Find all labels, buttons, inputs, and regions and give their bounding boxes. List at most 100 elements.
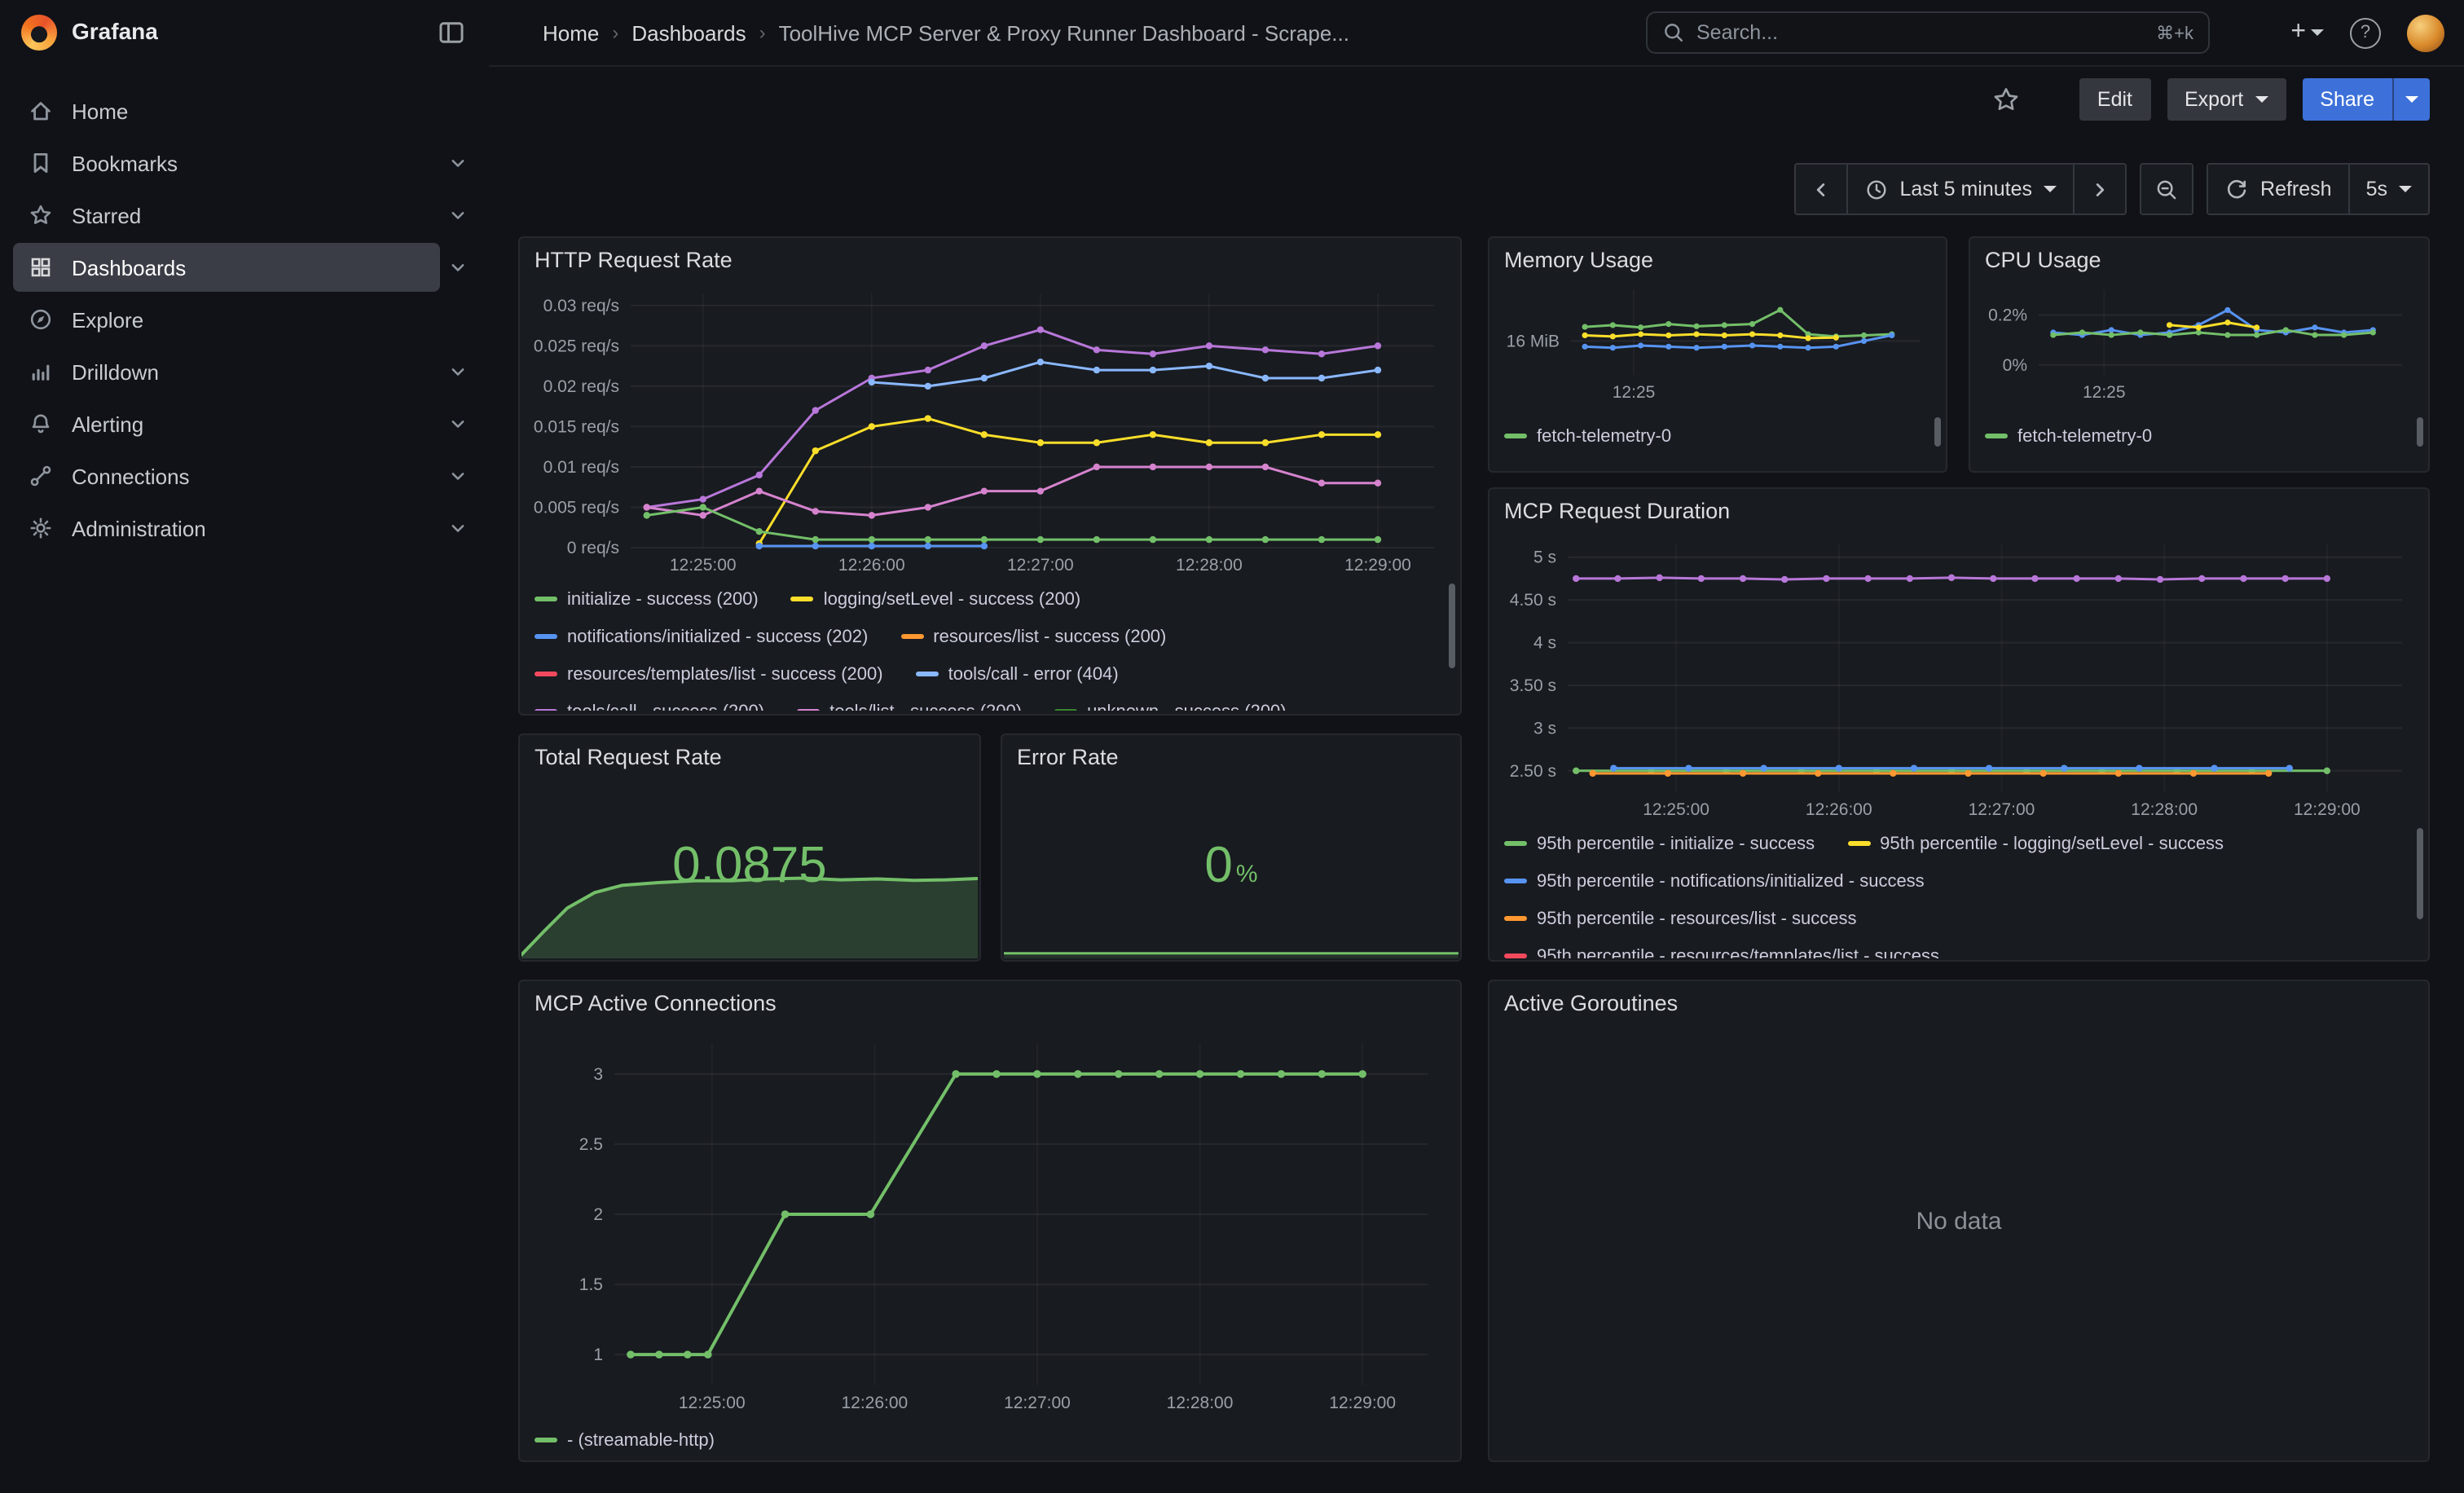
legend-item[interactable]: tools/list - success (200) [797,702,1022,711]
grafana-logo-icon[interactable] [21,15,57,51]
legend-swatch [535,597,557,601]
sidebar-item-label: Explore [72,307,143,332]
chevron-down-icon [2399,186,2412,192]
http-legend: initialize - success (200) logging/setLe… [535,580,1441,711]
chevron-down-icon[interactable] [440,360,476,383]
breadcrumb-home[interactable]: Home [543,20,599,45]
sidebar-item-alerting: Alerting [0,398,489,450]
legend-item[interactable]: 95th percentile - resources/templates/li… [1504,946,1939,958]
mcp-request-duration-chart[interactable]: 2.50 s3 s3.50 s4 s4.50 s5 s12:25:0012:26… [1496,535,2418,821]
legend-item[interactable]: 95th percentile - resources/list - succe… [1504,909,1857,928]
legend-item[interactable]: 95th percentile - initialize - success [1504,834,1815,853]
legend-item[interactable]: resources/list - success (200) [900,627,1166,646]
http-request-rate-chart[interactable]: 0 req/s0.005 req/s0.01 req/s0.015 req/s0… [526,284,1450,577]
legend-item[interactable]: unknown - success (200) [1054,702,1287,711]
panel-title[interactable]: Memory Usage [1504,248,1653,272]
chevron-down-icon [2405,96,2418,103]
sidebar-toggle-icon[interactable] [437,18,466,47]
panel-title[interactable]: Error Rate [1017,745,1119,769]
refresh-button[interactable]: Refresh [2208,165,2348,214]
zoom-out-button[interactable] [2141,165,2192,214]
time-range-picker[interactable]: Last 5 minutes [1846,165,2073,214]
zoom-out-group [2140,163,2193,215]
legend-item[interactable]: notifications/initialized - success (202… [535,627,868,646]
legend-item[interactable]: fetch-telemetry-0 [1504,426,1671,446]
svg-text:0.025 req/s: 0.025 req/s [534,337,619,355]
legend-item[interactable]: tools/call - error (404) [916,664,1119,684]
legend-swatch [916,672,939,676]
panel-http-request-rate: HTTP Request Rate 0 req/s0.005 req/s0.01… [518,236,1462,716]
help-button[interactable]: ? [2350,17,2381,48]
edit-button[interactable]: Edit [2079,78,2150,121]
user-avatar[interactable] [2407,14,2444,51]
svg-text:1.5: 1.5 [579,1275,603,1294]
panel-memory-usage: Memory Usage 16 MiB12:25 fetch-telemetry… [1488,236,1947,473]
legend-item[interactable]: 95th percentile - notifications/initiali… [1504,871,1925,891]
panel-title[interactable]: MCP Request Duration [1504,499,1730,523]
legend-scrollbar[interactable] [2417,828,2423,919]
legend-swatch [535,634,557,639]
breadcrumb-dashboards[interactable]: Dashboards [631,20,746,45]
svg-text:12:25:00: 12:25:00 [679,1394,746,1412]
legend-swatch [1504,916,1527,921]
legend-item[interactable]: initialize - success (200) [535,589,759,609]
legend-item[interactable]: resources/templates/list - success (200) [535,664,883,684]
favorite-star-button[interactable] [1991,85,2021,114]
panel-title[interactable]: HTTP Request Rate [535,248,733,272]
legend-swatch [535,1438,557,1442]
export-button[interactable]: Export [2167,78,2286,121]
svg-text:0%: 0% [2003,356,2027,375]
chevron-down-icon[interactable] [440,256,476,279]
sidebar-item-drilldown: Drilldown [0,346,489,398]
legend-swatch [535,672,557,676]
chevron-down-icon[interactable] [440,517,476,540]
svg-text:2.50 s: 2.50 s [1510,762,1556,781]
share-dropdown-button[interactable] [2392,78,2430,121]
cpu-usage-chart[interactable]: 0.2%0%12:25 [1977,280,2418,404]
panel-title[interactable]: CPU Usage [1985,248,2101,272]
panel-error-rate: Error Rate 0% [1001,733,1462,962]
share-group: Share [2302,78,2430,121]
time-controls: Last 5 minutes Refresh 5s [1793,163,2430,215]
legend-swatch [1504,879,1527,883]
chevron-down-icon[interactable] [440,204,476,227]
svg-text:2.5: 2.5 [579,1135,603,1154]
panel-title[interactable]: MCP Active Connections [535,991,777,1015]
sidebar-item-label: Administration [72,516,206,540]
star-icon [28,202,54,228]
legend-item[interactable]: tools/call - success (200) [535,702,764,711]
chevron-down-icon [2311,29,2324,36]
panel-title[interactable]: Active Goroutines [1504,991,1678,1015]
time-shift-back-button[interactable] [1795,165,1846,214]
legend-scrollbar[interactable] [1934,417,1941,447]
legend-swatch [1847,841,1870,846]
svg-text:0 req/s: 0 req/s [567,539,619,557]
chevron-down-icon[interactable] [440,152,476,174]
mcp-active-connections-chart[interactable]: 11.522.5312:25:0012:26:0012:27:0012:28:0… [569,1033,1444,1415]
share-button[interactable]: Share [2302,78,2392,121]
chevron-down-icon[interactable] [440,465,476,487]
add-button[interactable]: + [2290,18,2324,47]
chevron-down-icon[interactable] [440,412,476,435]
panel-active-goroutines: Active Goroutines No data [1488,980,2430,1462]
time-shift-forward-button[interactable] [2073,165,2125,214]
panel-title[interactable]: Total Request Rate [535,745,722,769]
svg-text:12:27:00: 12:27:00 [1007,556,1074,575]
refresh-interval-picker[interactable]: 5s [2348,165,2428,214]
legend-scrollbar[interactable] [1449,584,1455,668]
search-input[interactable]: Search... ⌘+k [1646,11,2210,54]
sidebar-item-explore: Explore [0,293,489,346]
svg-text:12:27:00: 12:27:00 [1969,800,2035,819]
legend-item[interactable]: 95th percentile - logging/setLevel - suc… [1847,834,2224,853]
legend-item[interactable]: - (streamable-http) [535,1430,715,1450]
legend-item[interactable]: logging/setLevel - success (200) [791,589,1081,609]
sidebar: Home Bookmarks Starred Dashboards [0,65,489,1493]
legend-swatch [900,634,923,639]
memory-usage-chart[interactable]: 16 MiB12:25 [1496,280,1936,404]
grafana-app: Grafana Home › Dashboards › ToolHive MCP… [0,0,2464,1493]
legend-scrollbar[interactable] [2417,417,2423,447]
legend-item[interactable]: fetch-telemetry-0 [1985,426,2152,446]
drilldown-icon [28,359,54,385]
home-icon [28,98,54,124]
svg-text:0.005 req/s: 0.005 req/s [534,498,619,517]
